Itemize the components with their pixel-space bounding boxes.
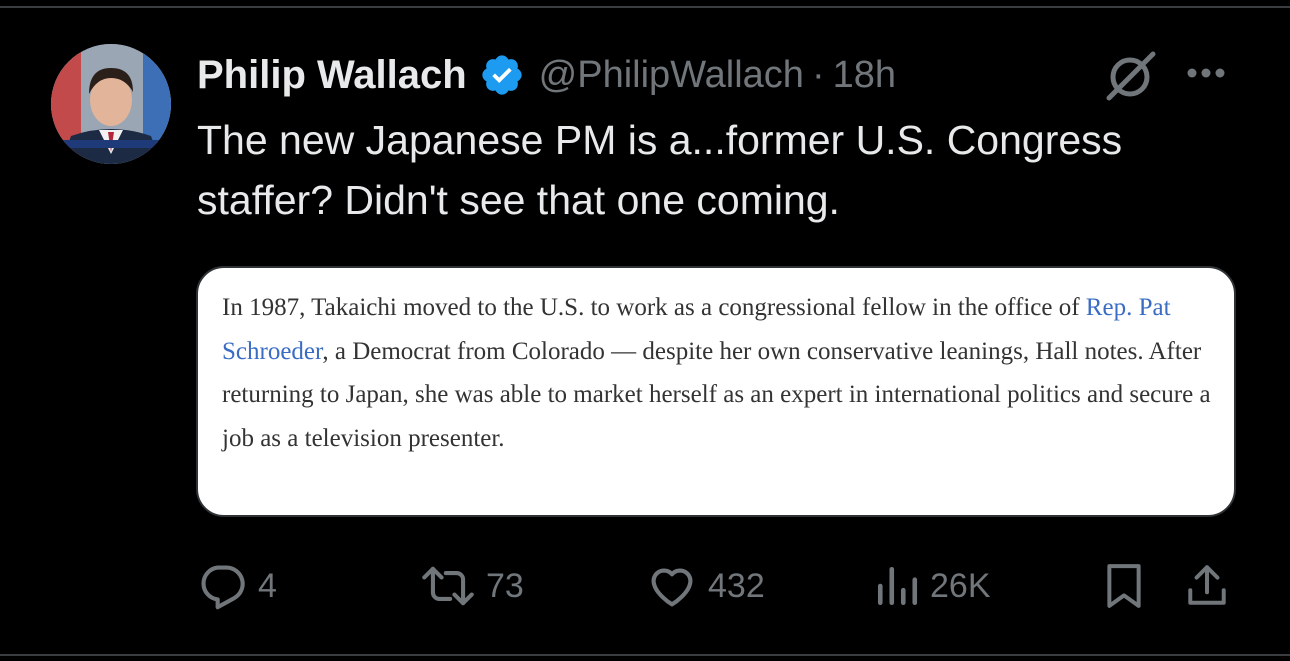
reply-icon (201, 565, 245, 610)
avatar-photo-icon (51, 44, 171, 164)
more-options-icon[interactable] (1186, 66, 1234, 85)
like-button[interactable]: 432 (646, 560, 765, 612)
grok-icon[interactable] (1103, 50, 1157, 109)
repost-count: 73 (486, 566, 524, 605)
action-bar: 4 73 432 26K (196, 560, 1246, 612)
quote-text-part-1: In 1987, Takaichi moved to the U.S. to w… (222, 294, 1086, 321)
heart-icon (651, 568, 693, 607)
share-icon (1188, 565, 1226, 605)
verified-badge-icon[interactable] (479, 52, 525, 98)
like-count: 432 (708, 566, 765, 605)
repost-icon (422, 566, 474, 606)
avatar[interactable] (51, 44, 171, 164)
tweet-text-line-1: The new Japanese PM is a...former U.S. C… (197, 117, 1123, 163)
author-name[interactable]: Philip Wallach (197, 53, 467, 98)
post-time[interactable]: 18h (833, 54, 896, 97)
analytics-icon (877, 566, 918, 606)
bookmark-button[interactable] (1101, 560, 1147, 612)
share-button[interactable] (1184, 560, 1230, 612)
quote-image-card[interactable]: In 1987, Takaichi moved to the U.S. to w… (196, 266, 1236, 517)
view-count: 26K (930, 566, 991, 605)
reply-count: 4 (258, 566, 277, 605)
quote-text-part-2: , a Democrat from Colorado — despite her… (222, 337, 1211, 452)
tweet-header: Philip Wallach @PhilipWallach · 18h (197, 48, 896, 102)
bottom-divider (0, 654, 1290, 656)
bookmark-icon (1107, 564, 1141, 608)
tweet-text: The new Japanese PM is a...former U.S. C… (197, 110, 1237, 230)
author-handle[interactable]: @PhilipWallach (539, 54, 804, 97)
reply-button[interactable]: 4 (196, 560, 277, 612)
tweet-text-line-2: staffer? Didn't see that one coming. (197, 177, 840, 223)
views-button[interactable]: 26K (874, 560, 991, 612)
top-divider (0, 6, 1290, 8)
repost-button[interactable]: 73 (420, 560, 524, 612)
header-separator: · (811, 53, 825, 96)
